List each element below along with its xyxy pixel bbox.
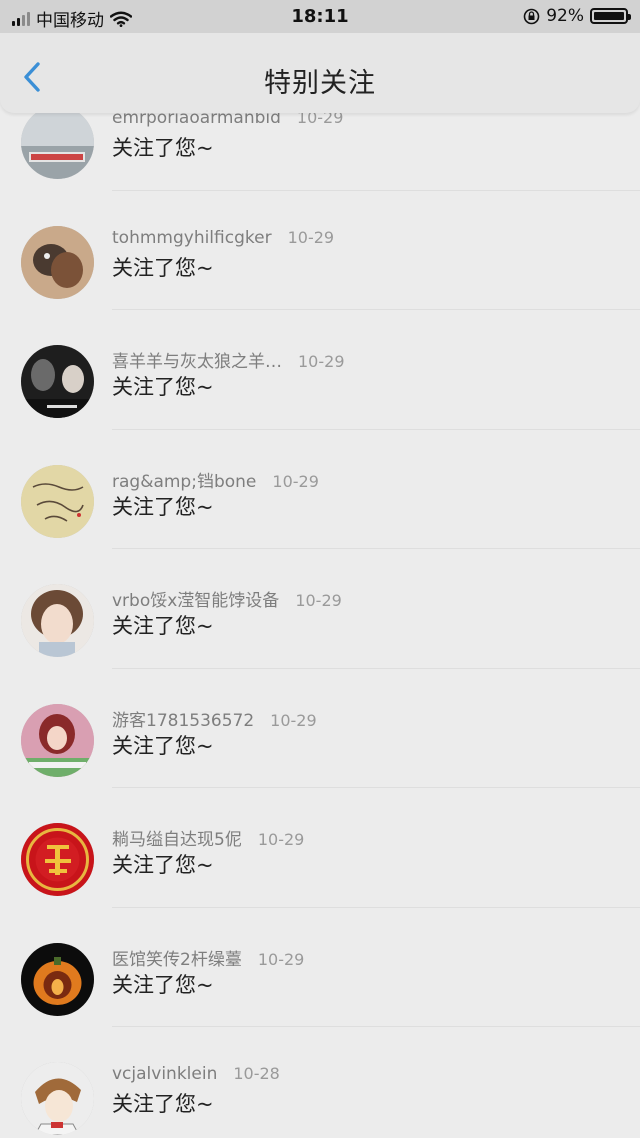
item-message: 关注了您~	[112, 853, 214, 877]
item-date: 10-29	[270, 710, 317, 730]
username: 游客1781536572	[112, 710, 255, 731]
username: 耥马缢自达现5伲	[112, 830, 242, 850]
avatar[interactable]	[21, 1062, 94, 1135]
avatar[interactable]	[21, 823, 94, 896]
item-date: 10-29	[298, 352, 345, 371]
status-bar: 中国移动 18:11 92%	[0, 0, 640, 33]
item-date: 10-29	[295, 591, 342, 610]
item-date: 10-29	[287, 227, 335, 247]
username: rag&amp;铛bone	[112, 471, 257, 492]
page-title: 特别关注	[264, 68, 376, 99]
item-title: 游客1781536572 10-29	[112, 706, 317, 731]
item-message: 关注了您~	[112, 733, 214, 758]
item-date: 10-29	[257, 949, 305, 969]
username: 喜羊羊与灰太狼之羊…	[112, 352, 282, 372]
item-title: vrbo馁x滢智能饽设备 10-29	[112, 586, 342, 611]
avatar[interactable]	[21, 113, 94, 179]
item-date: 10-28	[233, 1064, 280, 1083]
item-message: 关注了您~	[112, 972, 214, 997]
item-title: tohmmgyhilficgker 10-29	[112, 228, 334, 248]
list-item[interactable]: 医馆笑传2杆缲薹 10-29 关注了您~	[0, 908, 640, 1027]
item-title: emrporiaoarmanbid 10-29	[112, 113, 343, 128]
status-right: 92%	[523, 6, 631, 26]
avatar[interactable]	[21, 345, 94, 418]
avatar[interactable]	[21, 942, 94, 1016]
list-item[interactable]: vrbo馁x滢智能饽设备 10-29 关注了您~	[0, 549, 640, 669]
list-item[interactable]: 耥马缢自达现5伲 10-29 关注了您~	[0, 788, 640, 908]
battery-icon	[590, 8, 631, 24]
avatar[interactable]	[21, 703, 94, 777]
list-item[interactable]: emrporiaoarmanbid 10-29 关注了您~	[0, 113, 640, 191]
item-date: 10-29	[296, 113, 344, 127]
avatar[interactable]	[21, 225, 94, 299]
item-title: rag&amp;铛bone 10-29	[112, 467, 319, 492]
item-message: 关注了您~	[112, 614, 214, 638]
list-item[interactable]: tohmmgyhilficgker 10-29 关注了您~	[0, 191, 640, 310]
username: vrbo馁x滢智能饽设备	[112, 591, 280, 611]
list-item[interactable]: vcjalvinklein 10-28 关注了您~	[0, 1027, 640, 1138]
navigation-bar: 特别关注	[0, 33, 640, 113]
list-item[interactable]: rag&amp;铛bone 10-29 关注了您~	[0, 430, 640, 549]
username: emrporiaoarmanbid	[112, 113, 281, 128]
orientation-lock-icon	[523, 8, 540, 24]
avatar[interactable]	[21, 464, 94, 538]
item-message: 关注了您~	[112, 494, 214, 519]
item-title: 耥马缢自达现5伲 10-29	[112, 825, 304, 850]
item-title: vcjalvinklein 10-28	[112, 1064, 280, 1084]
item-title: 医馆笑传2杆缲薹 10-29	[112, 945, 304, 970]
notification-list[interactable]: emrporiaoarmanbid 10-29 关注了您~ tohmmgyhilf…	[0, 113, 640, 1138]
item-message: 关注了您~	[112, 1092, 214, 1116]
item-date: 10-29	[257, 830, 305, 849]
avatar[interactable]	[21, 584, 94, 657]
item-message: 关注了您~	[112, 255, 214, 280]
list-item[interactable]: 喜羊羊与灰太狼之羊… 10-29 关注了您~	[0, 310, 640, 430]
username: 医馆笑传2杆缲薹	[112, 949, 242, 970]
battery-percent: 92%	[546, 6, 584, 26]
item-message: 关注了您~	[112, 136, 214, 160]
item-title: 喜羊羊与灰太狼之羊… 10-29	[112, 347, 345, 372]
item-date: 10-29	[272, 471, 319, 491]
item-message: 关注了您~	[112, 375, 214, 399]
list-item[interactable]: 游客1781536572 10-29 关注了您~	[0, 669, 640, 788]
username: vcjalvinklein	[112, 1064, 218, 1084]
username: tohmmgyhilficgker	[112, 227, 272, 248]
